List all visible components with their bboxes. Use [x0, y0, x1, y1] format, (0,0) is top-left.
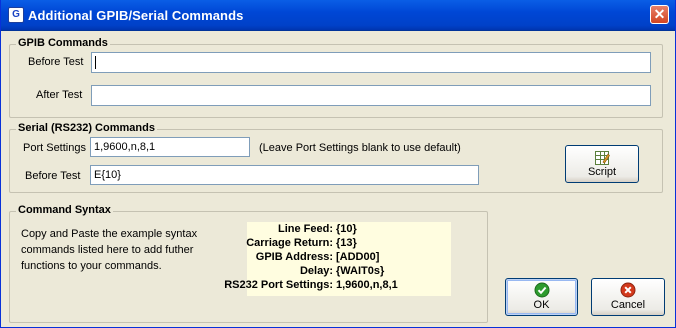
- syntax-value: 1,9600,n,8,1: [336, 279, 398, 291]
- script-button[interactable]: Script: [565, 145, 639, 183]
- gpib-before-test-label: Before Test: [28, 56, 84, 68]
- port-settings-hint: (Leave Port Settings blank to use defaul…: [259, 142, 461, 154]
- syntax-key: Line Feed:: [277, 223, 333, 235]
- syntax-value: {WAIT0s}: [336, 265, 385, 277]
- gpib-after-test-label: After Test: [36, 89, 83, 101]
- syntax-key: GPIB Address:: [255, 251, 333, 263]
- cancel-button-label: Cancel: [610, 299, 646, 311]
- close-icon: ✕: [653, 6, 666, 22]
- title-bar[interactable]: G Additional GPIB/Serial Commands ✕: [1, 0, 675, 31]
- app-icon: G: [8, 7, 24, 23]
- close-button[interactable]: ✕: [650, 5, 669, 24]
- syntax-value: {10}: [336, 223, 357, 235]
- syntax-value: [ADD00]: [336, 251, 380, 263]
- script-button-label: Script: [587, 166, 617, 178]
- serial-before-test-input[interactable]: E{10}: [90, 165, 479, 185]
- cancel-button[interactable]: Cancel: [591, 278, 665, 316]
- syntax-key: Delay:: [299, 265, 333, 277]
- ok-button[interactable]: OK: [505, 278, 578, 316]
- syntax-key: Carriage Return:: [246, 237, 333, 249]
- port-settings-input[interactable]: 1,9600,n,8,1: [90, 137, 250, 157]
- gpib-before-test-input[interactable]: [91, 52, 651, 73]
- gpib-after-test-input[interactable]: [91, 85, 651, 106]
- port-settings-label: Port Settings: [23, 142, 86, 154]
- window-title: Additional GPIB/Serial Commands: [28, 8, 244, 23]
- syntax-value: {13}: [336, 237, 357, 249]
- dialog-window: G Additional GPIB/Serial Commands ✕ GPIB…: [0, 0, 676, 328]
- text-caret: [95, 55, 96, 69]
- syntax-group-title: Command Syntax: [16, 204, 113, 216]
- gpib-group-title: GPIB Commands: [16, 37, 110, 49]
- serial-group-title: Serial (RS232) Commands: [16, 122, 157, 134]
- serial-before-test-label: Before Test: [25, 170, 81, 182]
- ok-button-label: OK: [533, 299, 550, 311]
- syntax-key: RS232 Port Settings:: [224, 279, 333, 291]
